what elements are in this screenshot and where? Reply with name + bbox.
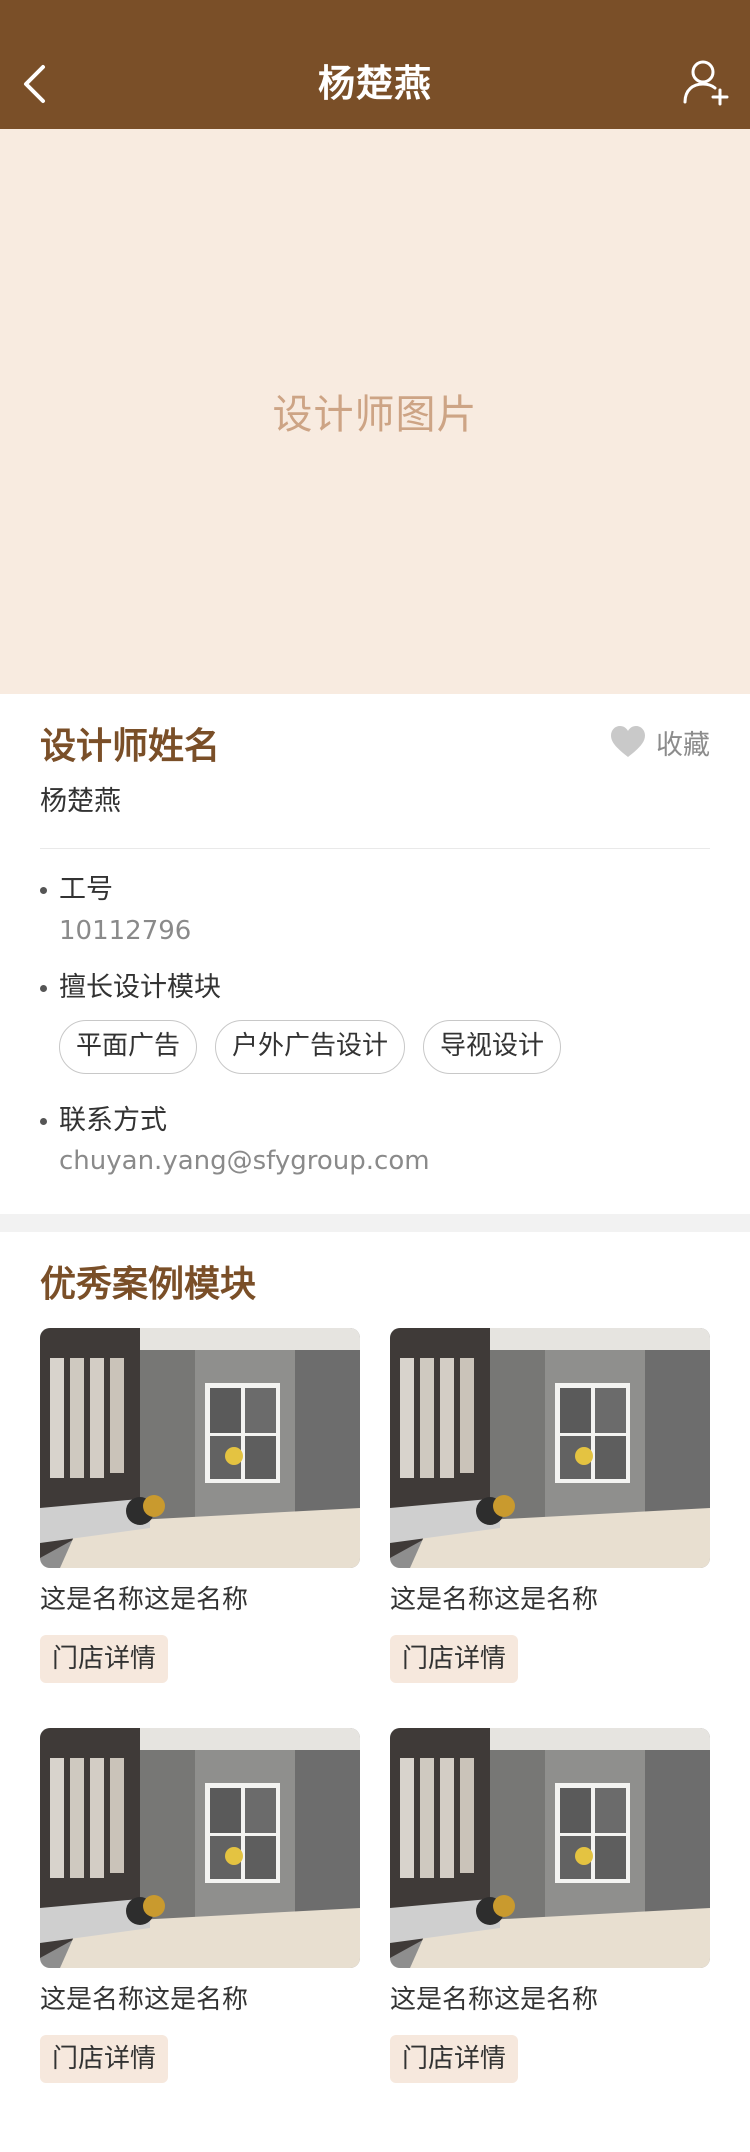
page-title: 杨楚燕 (318, 62, 432, 105)
employee-id-value: 10112796 (59, 916, 192, 946)
designer-photo: 设计师图片 (0, 129, 750, 694)
store-detail-button[interactable]: 门店详情 (390, 1635, 519, 1683)
case-thumbnail[interactable] (390, 1728, 710, 1968)
skill-tag[interactable]: 导视设计 (423, 1020, 562, 1074)
case-name: 这是名称这是名称 (40, 1985, 249, 2015)
skills-label-row: 擅长设计模块 (40, 968, 221, 1008)
skill-tag[interactable]: 平面广告 (59, 1020, 198, 1074)
designer-name: 杨楚燕 (40, 786, 121, 817)
case-name: 这是名称这是名称 (40, 1585, 249, 1615)
employee-id-label-row: 工号 (40, 870, 113, 910)
skill-tag[interactable]: 户外广告设计 (215, 1020, 406, 1074)
case-thumbnail[interactable] (40, 1728, 360, 1968)
cases-title: 优秀案例模块 (40, 1264, 257, 1305)
case-card[interactable]: 这是名称这是名称 门店详情 (390, 1328, 710, 1683)
designer-info: 设计师姓名 收藏 杨楚燕 工号 10112796 擅长设计模块 平面广告 户外广… (0, 694, 750, 1214)
case-thumbnail[interactable] (40, 1328, 360, 1568)
case-thumbnail[interactable] (390, 1328, 710, 1568)
designer-name-title: 设计师姓名 (40, 726, 221, 767)
store-detail-button[interactable]: 门店详情 (40, 2035, 169, 2083)
cases-section: 优秀案例模块 这是名称这是名称 门店详情 这是名称这是名称 门店详情 这是名称这… (0, 1232, 750, 2152)
skill-tags: 平面广告 户外广告设计 导视设计 (59, 1020, 579, 1074)
designer-photo-placeholder: 设计师图片 (272, 392, 478, 438)
store-detail-button[interactable]: 门店详情 (40, 1635, 169, 1683)
bullet-dot (40, 984, 47, 992)
bullet-dot (40, 1117, 47, 1125)
divider (40, 848, 710, 849)
case-name: 这是名称这是名称 (390, 1985, 599, 2015)
contact-email[interactable]: chuyan.yang@sfygroup.com (59, 1142, 430, 1180)
case-card[interactable]: 这是名称这是名称 门店详情 (40, 1728, 360, 2083)
heart-icon (611, 726, 645, 757)
store-detail-button[interactable]: 门店详情 (390, 2035, 519, 2083)
section-separator (0, 1214, 750, 1232)
employee-id-label: 工号 (59, 874, 113, 905)
contact-label-row: 联系方式 (40, 1101, 167, 1141)
skills-label: 擅长设计模块 (59, 972, 221, 1003)
case-card[interactable]: 这是名称这是名称 门店详情 (390, 1728, 710, 2083)
case-name: 这是名称这是名称 (390, 1585, 599, 1615)
favorite-label: 收藏 (656, 729, 710, 761)
bullet-dot (40, 886, 47, 894)
contact-label: 联系方式 (59, 1105, 167, 1136)
nav-bar: 杨楚燕 (0, 0, 750, 129)
case-card[interactable]: 这是名称这是名称 门店详情 (40, 1328, 360, 1683)
favorite-button[interactable]: 收藏 (610, 722, 710, 762)
add-user-icon[interactable] (682, 58, 732, 108)
